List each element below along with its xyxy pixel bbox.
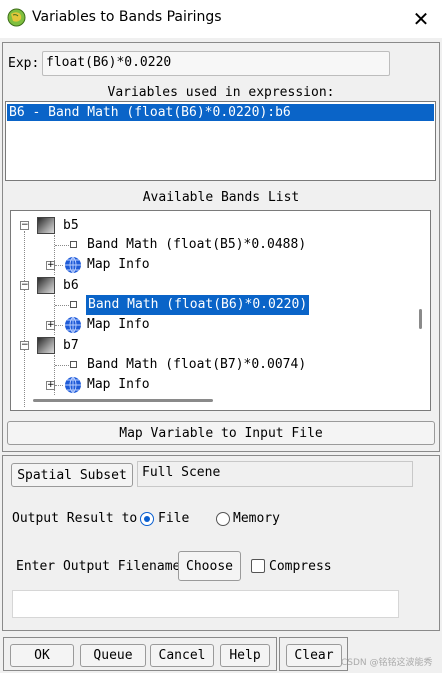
tree-item-map-info-b5[interactable]: Map Info: [87, 255, 150, 275]
tree-line: [55, 365, 69, 366]
cancel-button[interactable]: Cancel: [150, 644, 214, 667]
globe-icon: [65, 316, 81, 334]
choose-button[interactable]: Choose: [178, 551, 241, 581]
clear-button[interactable]: Clear: [286, 644, 342, 667]
help-button[interactable]: Help: [220, 644, 270, 667]
close-button[interactable]: ✕: [404, 4, 438, 34]
tree-line: [55, 305, 69, 306]
subset-value-text: Full Scene: [142, 465, 221, 480]
collapse-b6-icon[interactable]: −: [20, 281, 29, 290]
spatial-subset-button[interactable]: Spatial Subset: [11, 463, 133, 487]
expression-field[interactable]: float(B6)*0.0220: [42, 51, 390, 76]
expand-map-info-icon[interactable]: +: [46, 261, 55, 270]
band-icon: [37, 217, 55, 234]
filename-label: Enter Output Filename: [16, 559, 181, 574]
leaf-icon: [70, 241, 77, 248]
tree-line: [55, 325, 63, 326]
tree-item-band-math-b6[interactable]: Band Math (float(B6)*0.0220): [86, 295, 310, 315]
variables-list[interactable]: B6 - Band Math (float(B6)*0.0220):b6: [5, 101, 436, 181]
map-variable-button[interactable]: Map Variable to Input File: [7, 421, 435, 445]
app-globe-icon: [7, 8, 26, 27]
radio-memory-label[interactable]: Memory: [233, 511, 280, 527]
tree-item-band-math-b5[interactable]: Band Math (float(B5)*0.0488): [87, 235, 306, 255]
ok-button[interactable]: OK: [10, 644, 74, 667]
exp-label: Exp:: [8, 56, 40, 71]
variables-header: Variables used in expression:: [107, 85, 335, 100]
band-icon: [37, 277, 55, 294]
collapse-b7-icon[interactable]: −: [20, 341, 29, 350]
compress-label[interactable]: Compress: [269, 559, 332, 575]
globe-icon: [65, 376, 81, 394]
band-icon: [37, 337, 55, 354]
radio-file[interactable]: [140, 512, 154, 526]
tree-band-b6[interactable]: b6: [63, 276, 79, 296]
compress-checkbox[interactable]: [251, 559, 265, 573]
tree-line: [24, 231, 25, 407]
window-title: Variables to Bands Pairings: [32, 9, 222, 25]
variable-item[interactable]: B6 - Band Math (float(B6)*0.0220):b6: [7, 104, 434, 121]
filename-input[interactable]: [12, 590, 399, 618]
expand-map-info-icon[interactable]: +: [46, 381, 55, 390]
tree-band-b5[interactable]: b5: [63, 216, 79, 236]
tree-line: [55, 265, 63, 266]
leaf-icon: [70, 301, 77, 308]
radio-file-label[interactable]: File: [158, 511, 189, 527]
vertical-scrollbar-thumb[interactable]: [419, 309, 422, 329]
tree-item-map-info-b7[interactable]: Map Info: [87, 375, 150, 395]
collapse-b5-icon[interactable]: −: [20, 221, 29, 230]
tree-line: [55, 385, 63, 386]
bands-header: Available Bands List: [142, 190, 300, 205]
tree-item-map-info-b6[interactable]: Map Info: [87, 315, 150, 335]
queue-button[interactable]: Queue: [80, 644, 146, 667]
horizontal-scrollbar-thumb[interactable]: [33, 399, 213, 402]
tree-item-band-math-b7[interactable]: Band Math (float(B7)*0.0074): [87, 355, 306, 375]
globe-icon: [65, 256, 81, 274]
watermark: CSDN @铭铭这波能秀: [341, 658, 433, 668]
close-icon: ✕: [412, 7, 430, 31]
leaf-icon: [70, 361, 77, 368]
tree-line: [55, 245, 69, 246]
radio-memory[interactable]: [216, 512, 230, 526]
output-label: Output Result to: [12, 511, 138, 526]
tree-band-b7[interactable]: b7: [63, 336, 79, 356]
bands-tree[interactable]: − b5 Band Math (float(B5)*0.0488) + Map …: [10, 210, 431, 411]
expand-map-info-icon[interactable]: +: [46, 321, 55, 330]
